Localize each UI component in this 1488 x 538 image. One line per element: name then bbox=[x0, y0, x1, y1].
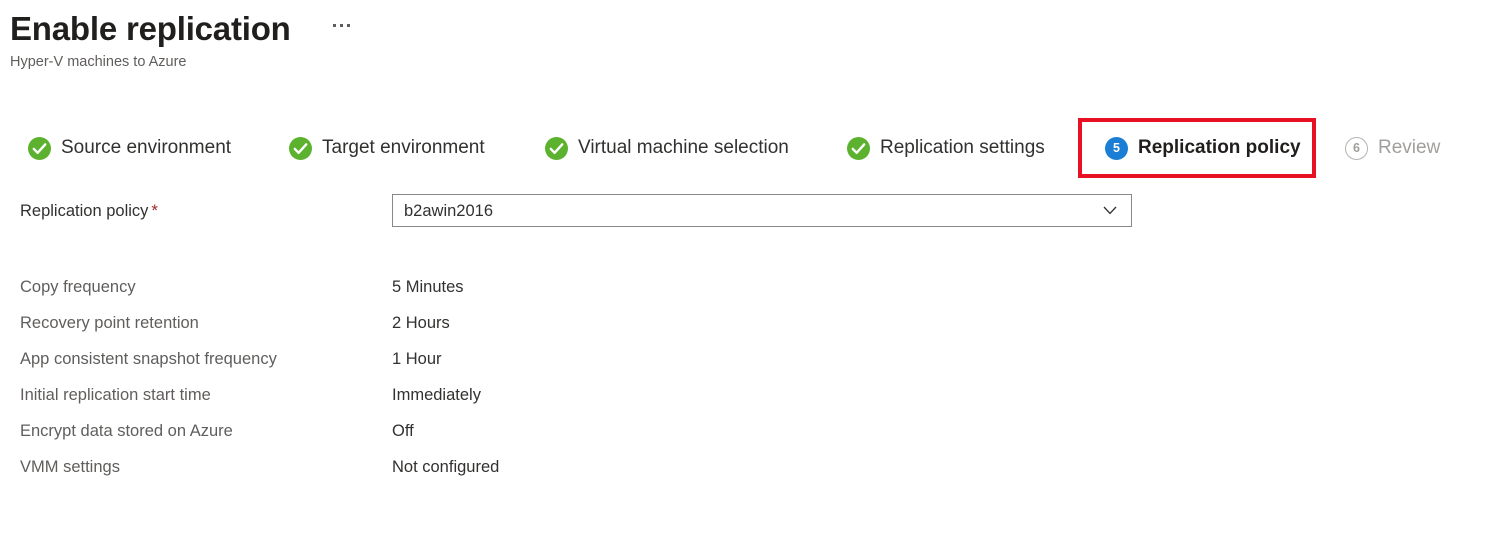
page-subtitle: Hyper-V machines to Azure bbox=[10, 54, 187, 70]
policy-detail-label: VMM settings bbox=[20, 458, 120, 476]
policy-detail-value: 5 Minutes bbox=[392, 278, 464, 296]
wizard-tab-virtual-machine-selection[interactable]: Virtual machine selection bbox=[537, 118, 797, 178]
replication-policy-field-row: Replication policy * b2awin2016 bbox=[0, 192, 1488, 244]
page-header: Enable replication Hyper-V machines to A… bbox=[0, 0, 1488, 72]
policy-detail-label: Initial replication start time bbox=[20, 386, 211, 404]
wizard-tab-replication-policy[interactable]: 5 Replication policy bbox=[1097, 118, 1309, 178]
wizard-tab-label: Replication policy bbox=[1138, 137, 1301, 158]
policy-detail-label: Encrypt data stored on Azure bbox=[20, 422, 233, 440]
wizard-tab-label: Review bbox=[1378, 137, 1441, 158]
policy-detail-value: 2 Hours bbox=[392, 314, 450, 332]
policy-detail-value: 1 Hour bbox=[392, 350, 442, 368]
policy-detail-row: Copy frequency 5 Minutes bbox=[0, 273, 1488, 309]
title-row: Enable replication bbox=[0, 0, 1488, 50]
wizard-tab-source-environment[interactable]: Source environment bbox=[20, 118, 239, 178]
policy-detail-row: VMM settings Not configured bbox=[0, 453, 1488, 489]
number-badge-5: 5 bbox=[1105, 136, 1128, 160]
wizard-tab-target-environment[interactable]: Target environment bbox=[281, 118, 493, 178]
policy-detail-label: App consistent snapshot frequency bbox=[20, 350, 277, 368]
ellipsis-dot bbox=[339, 24, 343, 27]
number-badge-6: 6 bbox=[1345, 136, 1368, 160]
wizard-tab-review: 6 Review bbox=[1337, 118, 1448, 178]
replication-policy-label-text: Replication policy bbox=[20, 202, 149, 220]
wizard-tab-label: Target environment bbox=[322, 137, 485, 158]
wizard-tab-label: Source environment bbox=[61, 137, 232, 158]
policy-detail-row: Recovery point retention 2 Hours bbox=[0, 309, 1488, 345]
check-circle-icon bbox=[545, 136, 568, 160]
wizard-tab-label: Virtual machine selection bbox=[578, 137, 789, 158]
policy-detail-row: App consistent snapshot frequency 1 Hour bbox=[0, 345, 1488, 381]
policy-detail-row: Encrypt data stored on Azure Off bbox=[0, 417, 1488, 453]
page-title: Enable replication bbox=[10, 10, 291, 47]
wizard-tab-replication-settings[interactable]: Replication settings bbox=[839, 118, 1053, 178]
replication-policy-dropdown-value: b2awin2016 bbox=[404, 201, 493, 220]
check-circle-icon bbox=[289, 136, 312, 160]
wizard-tab-bar: Source environment Target environment Virt… bbox=[0, 118, 1488, 178]
required-asterisk: * bbox=[151, 201, 159, 220]
more-options-icon[interactable] bbox=[332, 24, 350, 27]
policy-detail-row: Initial replication start time Immediatel… bbox=[0, 381, 1488, 417]
check-circle-icon bbox=[28, 136, 51, 160]
wizard-tab-label: Replication settings bbox=[880, 137, 1045, 158]
replication-policy-form: Replication policy * b2awin2016 bbox=[0, 192, 1488, 244]
check-circle-icon bbox=[847, 136, 870, 160]
replication-policy-label: Replication policy * bbox=[20, 200, 158, 222]
chevron-down-icon bbox=[1103, 206, 1117, 215]
policy-detail-label: Copy frequency bbox=[20, 278, 136, 296]
policy-detail-value: Immediately bbox=[392, 386, 481, 404]
replication-policy-dropdown[interactable]: b2awin2016 bbox=[392, 194, 1132, 227]
policy-details-list: Copy frequency 5 Minutes Recovery point re… bbox=[0, 273, 1488, 489]
ellipsis-dot bbox=[332, 24, 336, 27]
policy-detail-label: Recovery point retention bbox=[20, 314, 199, 332]
policy-detail-value: Off bbox=[392, 422, 414, 440]
ellipsis-dot bbox=[346, 24, 350, 27]
policy-detail-value: Not configured bbox=[392, 458, 500, 476]
